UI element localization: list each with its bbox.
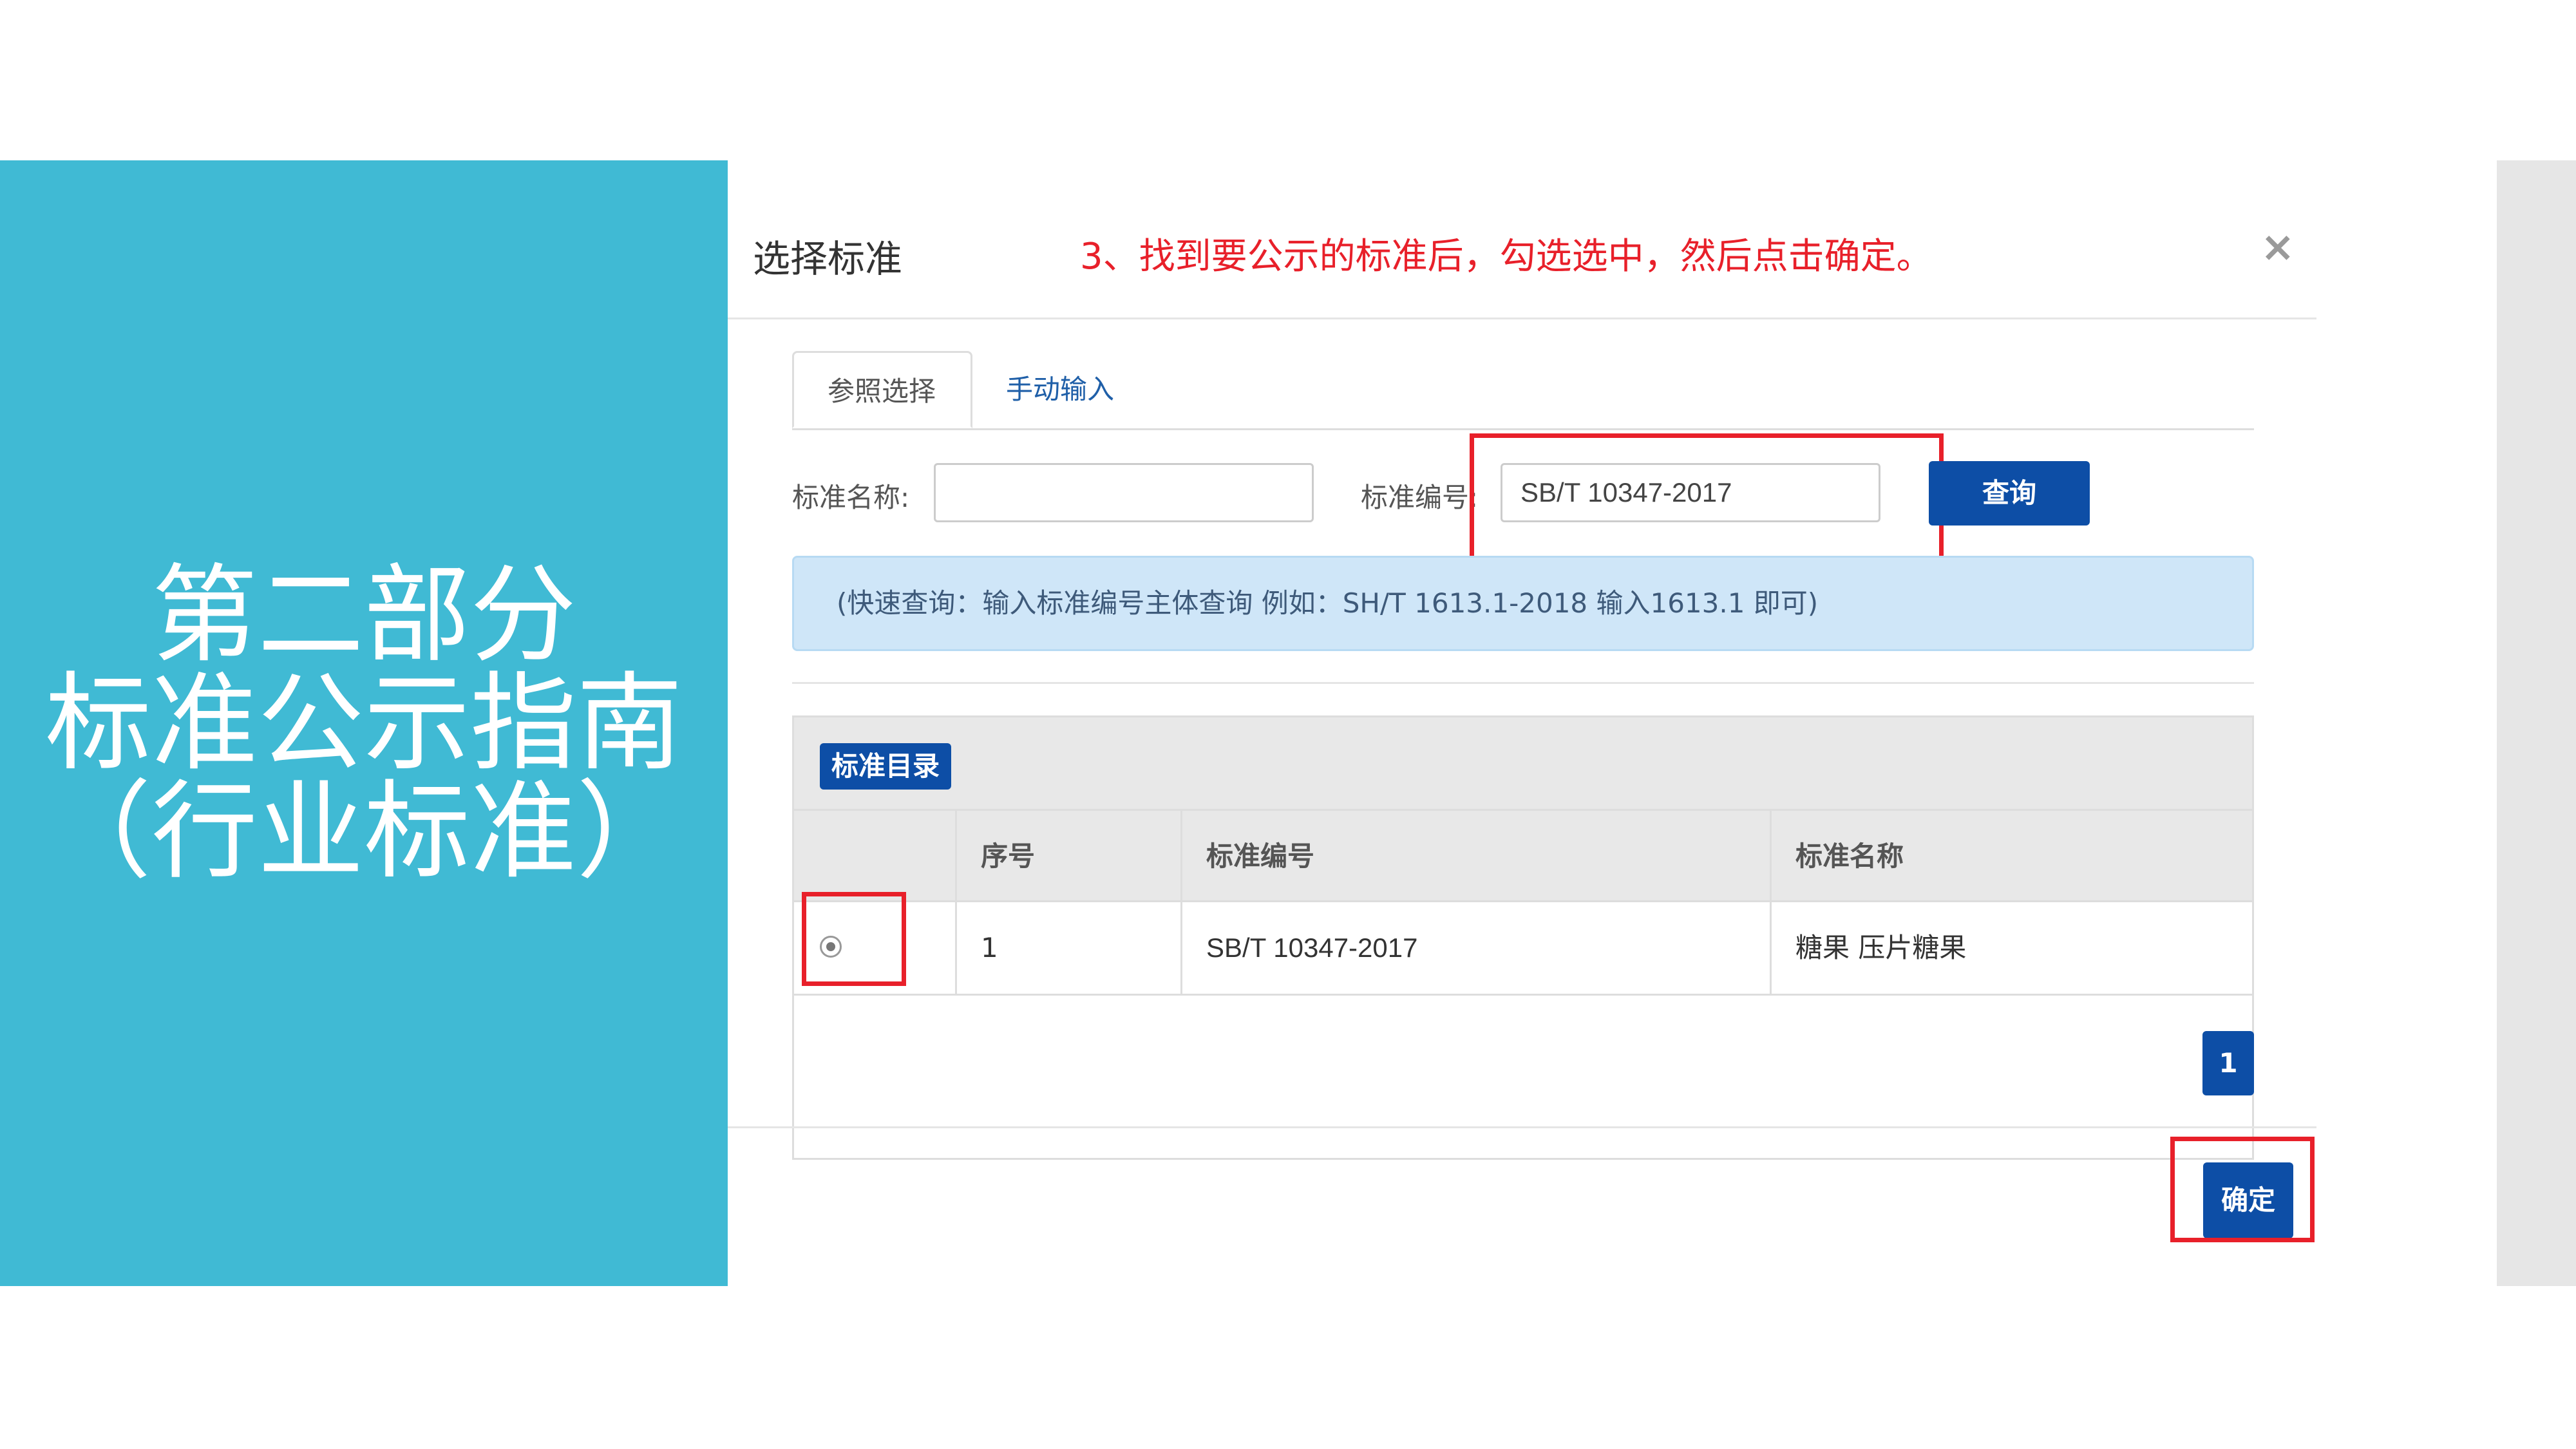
standard-name-input[interactable] [934,463,1314,522]
quick-search-hint: (快速查询：输入标准编号主体查询 例如：SH/T 1613.1-2018 输入1… [792,556,2254,651]
standard-name-label: 标准名称: [792,482,910,513]
divider [792,682,2254,684]
section-title-line-1: 第二部分 [151,553,576,677]
column-divider [955,809,957,994]
column-divider [1770,809,1772,994]
highlight-radio [802,892,906,986]
right-decor-strip [2497,160,2576,1286]
tab-bar: 参照选择 手动输入 [792,351,2254,430]
section-title-line-3: （行业标准） [45,770,683,893]
standard-code-label: 标准编号: [1361,482,1479,513]
dialog-title: 选择标准 [753,237,903,281]
footer-divider [728,1126,2316,1128]
query-button[interactable]: 查询 [1929,461,2090,526]
catalog-badge: 标准目录 [820,743,952,790]
tab-reference-select[interactable]: 参照选择 [792,351,972,428]
page-1-button[interactable]: 1 [2202,1031,2254,1095]
section-title-line-2: 标准公示指南 [45,661,683,785]
column-header-index: 序号 [981,840,1036,872]
row-index: 1 [981,932,998,963]
select-standard-dialog: 选择标准 3、找到要公示的标准后，勾选选中，然后点击确定。 × 参照选择 手动输… [728,160,2316,1286]
column-header-code: 标准编号 [1206,840,1315,872]
section-title-panel: 第二部分 标准公示指南 （行业标准） [0,160,728,1286]
row-standard-name: 糖果 压片糖果 [1795,932,1967,963]
tab-manual-input[interactable]: 手动输入 [972,351,1148,428]
table-header: 序号 标准编号 标准名称 [794,809,2252,902]
instruction-note: 3、找到要公示的标准后，勾选选中，然后点击确定。 [1080,236,1933,278]
row-standard-code: SB/T 10347-2017 [1206,933,1418,963]
catalog-header: 标准目录 [794,717,2252,809]
column-divider [1180,809,1182,994]
close-icon[interactable]: × [2260,223,2295,271]
highlight-confirm [2170,1137,2315,1242]
highlight-code-input [1470,433,1944,562]
standard-catalog-panel: 标准目录 序号 标准编号 标准名称 1 SB/T 10347-2017 糖果 压… [792,715,2254,1160]
table-row[interactable]: 1 SB/T 10347-2017 糖果 压片糖果 [794,900,2252,996]
column-header-name: 标准名称 [1795,840,1904,872]
dialog-header: 选择标准 3、找到要公示的标准后，勾选选中，然后点击确定。 × [728,160,2316,319]
